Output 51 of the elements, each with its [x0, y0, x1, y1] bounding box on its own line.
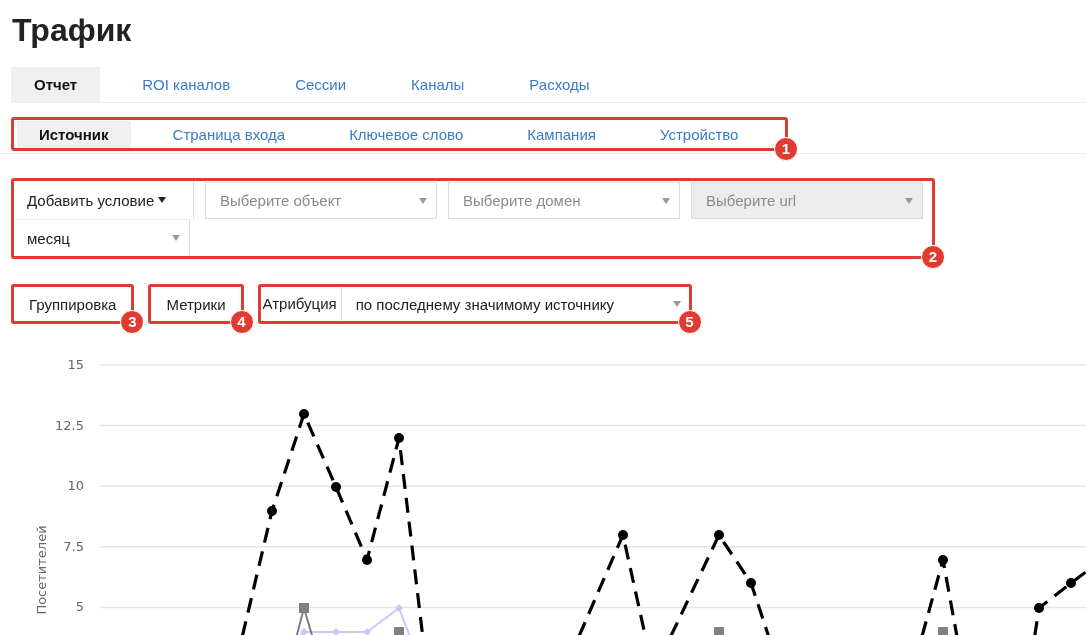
tab[interactable]: Отчет	[11, 67, 101, 102]
y-axis-label: 15	[67, 357, 84, 372]
tab[interactable]: Источник	[17, 121, 131, 148]
caret-icon	[672, 301, 681, 307]
data-point	[714, 530, 724, 540]
tab[interactable]: Страница входа	[150, 121, 308, 148]
annotation-badge: 1	[774, 137, 798, 161]
data-point	[394, 433, 404, 443]
tab[interactable]: Кампания	[505, 121, 618, 148]
data-point	[363, 628, 371, 635]
tab[interactable]: Сессии	[272, 67, 370, 102]
data-point	[331, 482, 341, 492]
y-axis-title: Посетителей	[34, 525, 49, 615]
data-point	[299, 603, 309, 613]
select-field[interactable]: Выберите домен	[448, 182, 680, 219]
page-title: Трафик	[11, 11, 132, 50]
attribution-label: Атрибуция	[260, 287, 342, 321]
annotation-badge: 5	[677, 310, 702, 334]
annotation-badge: 4	[229, 310, 254, 334]
y-axis-label: 12.5	[55, 417, 84, 433]
annotation-badge: 3	[120, 310, 145, 334]
tab[interactable]: Расходы	[506, 67, 613, 102]
data-point	[1066, 578, 1076, 588]
select-field[interactable]: Выберите объект	[205, 182, 437, 219]
data-point	[1034, 603, 1044, 613]
tab[interactable]: Устройство	[637, 121, 761, 148]
tab[interactable]: Каналы	[388, 67, 488, 102]
data-point	[332, 628, 340, 635]
y-axis-label: 5	[75, 599, 84, 615]
data-point	[394, 627, 404, 635]
tab[interactable]: Ключевое слово	[327, 121, 486, 148]
data-point	[938, 627, 948, 635]
caret-icon	[662, 197, 670, 204]
caret-icon	[158, 197, 167, 203]
data-point	[362, 555, 372, 565]
caret-icon	[172, 235, 180, 241]
y-axis-label: 10	[67, 478, 84, 494]
caret-icon	[905, 197, 913, 204]
caret-icon	[419, 197, 427, 204]
tab[interactable]: ROI каналов	[119, 67, 254, 102]
data-point	[618, 530, 628, 540]
annotation-badge: 2	[921, 245, 945, 269]
data-point	[395, 604, 403, 612]
data-point	[267, 506, 277, 516]
select-field[interactable]: месяц	[15, 219, 190, 256]
data-point	[746, 578, 756, 588]
y-axis-label: 7.5	[63, 538, 84, 554]
data-point	[300, 628, 308, 635]
data-point	[714, 627, 724, 635]
data-point	[938, 555, 948, 565]
data-point	[299, 409, 309, 419]
